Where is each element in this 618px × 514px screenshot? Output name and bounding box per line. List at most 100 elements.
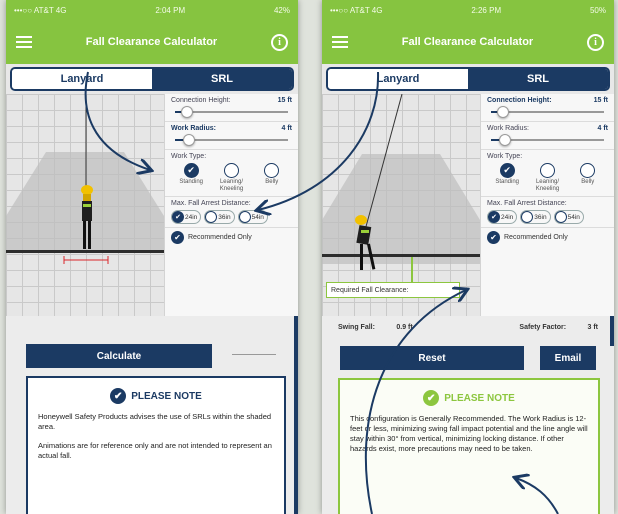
results-area: Swing Fall: 0.9 ft Safety Factor: 3 ft R… <box>322 316 614 514</box>
note-box: ✔ PLEASE NOTE This configuration is Gener… <box>338 378 600 514</box>
distance-36in-option[interactable]: 36in <box>520 210 551 224</box>
work-radius-slider[interactable] <box>487 134 608 146</box>
info-icon[interactable]: i <box>586 33 604 51</box>
carrier-label: •••○○ AT&T 4G <box>330 5 383 15</box>
work-type-leaning-label: Leaning/ Kneeling <box>219 179 244 192</box>
reset-button[interactable]: Reset <box>340 346 524 370</box>
mode-selector: Lanyard SRL <box>6 64 298 94</box>
note-title: PLEASE NOTE <box>131 390 202 402</box>
work-type-standing-label: Standing <box>179 179 203 185</box>
menu-icon[interactable] <box>16 36 32 48</box>
work-radius-label: Work Radius: <box>171 125 216 132</box>
check-icon: ✔ <box>110 388 127 404</box>
swing-fall-label: Swing Fall: <box>338 324 375 331</box>
scene-area: Required Fall Clearance: Connection Heig… <box>322 94 614 316</box>
check-icon: ✔ <box>487 231 500 244</box>
connection-height-slider[interactable] <box>171 106 292 118</box>
note-text: This configuration is Generally Recommen… <box>350 414 588 453</box>
work-type-standing-label: Standing <box>495 179 519 185</box>
work-radius-label: Work Radius: <box>487 125 529 132</box>
worker-figure <box>355 215 376 270</box>
results-area: Calculate ✔ PLEASE NOTE Honeywell Safety … <box>6 316 298 514</box>
distance-24in-option[interactable]: ✔ 24in <box>487 210 518 224</box>
status-bar: •••○○ AT&T 4G 2:04 PM 42% <box>6 0 298 20</box>
work-type-belly-label: Belly <box>581 179 595 185</box>
tab-srl[interactable]: SRL <box>152 69 292 89</box>
tab-srl[interactable]: SRL <box>468 69 608 89</box>
work-type-standing-radio[interactable]: ✔ <box>183 163 199 178</box>
divider <box>232 354 276 355</box>
recommended-only-toggle[interactable]: ✔ Recommended Only <box>171 231 292 244</box>
recommended-only-toggle[interactable]: ✔ Recommended Only <box>487 231 608 244</box>
app-title: Fall Clearance Calculator <box>401 36 534 48</box>
connection-height-value: 15 ft <box>277 97 292 104</box>
ground-line <box>322 254 480 257</box>
work-type-standing-radio[interactable]: ✔ <box>499 163 515 178</box>
safety-factor-label: Safety Factor: <box>519 324 567 331</box>
tab-lanyard[interactable]: Lanyard <box>328 69 468 89</box>
max-distance-label: Max. Fall Arrest Distance: <box>487 200 567 207</box>
distance-24in-label: 24in <box>501 213 514 221</box>
note-box: ✔ PLEASE NOTE Honeywell Safety Products a… <box>26 376 286 514</box>
time-label: 2:26 PM <box>471 5 502 15</box>
note-paragraph-1: Honeywell Safety Products advises the us… <box>38 412 272 431</box>
nav-bar: Fall Clearance Calculator i <box>6 20 298 64</box>
scrollbar[interactable] <box>610 316 614 346</box>
work-type-label: Work Type: <box>487 153 523 160</box>
stats-row: Swing Fall: 0.9 ft Safety Factor: 3 ft <box>338 324 598 331</box>
max-distance-label: Max. Fall Arrest Distance: <box>171 200 251 207</box>
carrier-label: •••○○ AT&T 4G <box>14 5 67 15</box>
distance-54in-option[interactable]: 54in <box>553 210 584 224</box>
battery-label: 42% <box>273 5 290 15</box>
work-type-belly-radio[interactable] <box>580 163 596 178</box>
settings-panel: Connection Height: 15 ft Work Radius: 4 ft… <box>164 94 298 316</box>
calculate-button[interactable]: Calculate <box>26 344 212 368</box>
info-icon[interactable]: i <box>270 33 288 51</box>
distance-54in-option[interactable]: 54in <box>237 210 268 224</box>
distance-24in-option[interactable]: ✔ 24in <box>171 210 202 224</box>
work-radius-value: 4 ft <box>281 125 293 132</box>
status-bar: •••○○ AT&T 4G 2:26 PM 50% <box>322 0 614 20</box>
connection-height-label: Connection Height: <box>171 97 231 104</box>
distance-36in-option[interactable]: 36in <box>204 210 235 224</box>
distance-24in-label: 24in <box>185 213 198 221</box>
work-type-label: Work Type: <box>171 153 207 160</box>
scrollbar[interactable] <box>294 316 298 514</box>
required-clearance-label: Required Fall Clearance: <box>326 282 460 298</box>
connection-height-slider[interactable] <box>487 106 608 118</box>
distance-36in-label: 36in <box>534 213 547 221</box>
check-icon: ✔ <box>423 390 440 406</box>
connection-height-value: 15 ft <box>593 97 608 104</box>
mode-selector: Lanyard SRL <box>322 64 614 94</box>
recommended-only-label: Recommended Only <box>188 234 252 241</box>
work-type-leaning-radio[interactable] <box>223 163 239 178</box>
left-phone-screen: •••○○ AT&T 4G 2:04 PM 42% Fall Clearance… <box>6 0 298 514</box>
distance-54in-label: 54in <box>567 213 580 221</box>
battery-label: 50% <box>589 5 606 15</box>
connection-height-label: Connection Height: <box>487 97 552 104</box>
distance-54in-label: 54in <box>251 213 264 221</box>
work-type-belly-radio[interactable] <box>264 163 280 178</box>
safety-factor-value: 3 ft <box>587 324 599 331</box>
time-label: 2:04 PM <box>155 5 186 15</box>
note-paragraph-2: Animations are for reference only and ar… <box>38 441 272 460</box>
right-phone-screen: •••○○ AT&T 4G 2:26 PM 50% Fall Clearance… <box>322 0 614 514</box>
work-type-leaning-radio[interactable] <box>539 163 555 178</box>
scene-area: Connection Height: 15 ft Work Radius: 4 ft… <box>6 94 298 316</box>
check-icon: ✔ <box>171 231 184 244</box>
worker-figure <box>81 185 93 249</box>
settings-panel: Connection Height: 15 ft Work Radius: 4 ft… <box>480 94 614 316</box>
swing-fall-value: 0.9 ft <box>396 324 413 331</box>
distance-36in-label: 36in <box>218 213 231 221</box>
app-title: Fall Clearance Calculator <box>85 36 218 48</box>
note-title: PLEASE NOTE <box>444 392 515 404</box>
work-radius-slider[interactable] <box>171 134 292 146</box>
work-type-belly-label: Belly <box>265 179 279 185</box>
menu-icon[interactable] <box>332 36 348 48</box>
work-type-leaning-label: Leaning/ Kneeling <box>535 179 560 192</box>
recommended-only-label: Recommended Only <box>504 234 568 241</box>
work-radius-value: 4 ft <box>597 125 609 132</box>
email-button[interactable]: Email <box>540 346 596 370</box>
nav-bar: Fall Clearance Calculator i <box>322 20 614 64</box>
tab-lanyard[interactable]: Lanyard <box>12 69 152 89</box>
